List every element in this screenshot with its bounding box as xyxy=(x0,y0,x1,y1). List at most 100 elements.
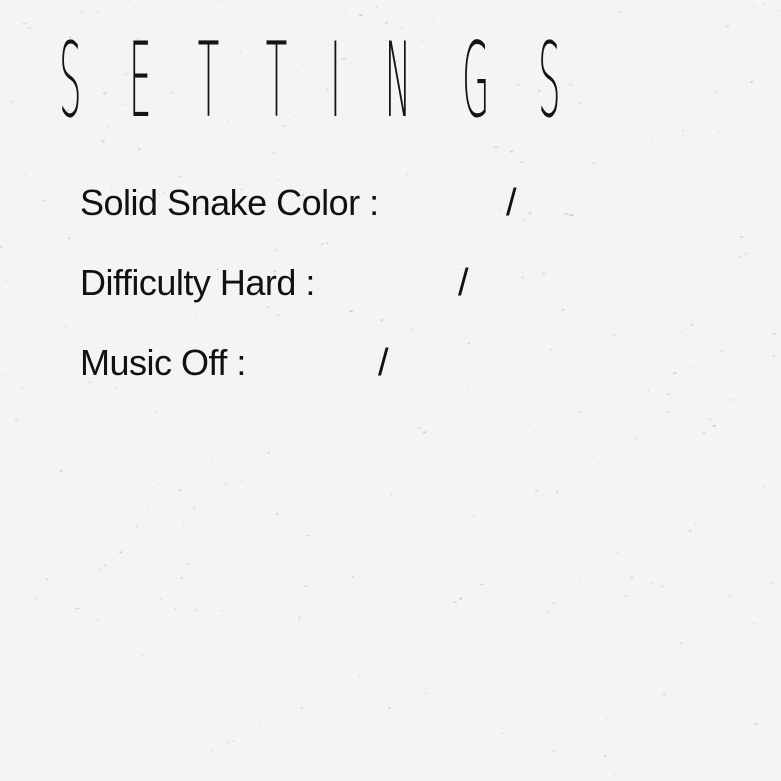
title-letter: N xyxy=(384,22,411,142)
speckle-dot xyxy=(579,101,582,105)
speckle-dot xyxy=(472,514,475,517)
speckle-dot xyxy=(320,243,325,245)
title-letter: T xyxy=(266,22,288,142)
speckle-dot xyxy=(275,513,279,515)
speckle-dot xyxy=(97,568,102,570)
speckle-dot xyxy=(113,758,115,761)
speckle-dot xyxy=(667,393,671,396)
speckle-dot xyxy=(210,461,213,463)
speckle-dot xyxy=(672,372,677,375)
speckle-dot xyxy=(220,0,224,1)
speckle-dot xyxy=(517,717,520,719)
speckle-dot xyxy=(265,542,267,546)
speckle-dot xyxy=(527,724,530,727)
speckle-dot xyxy=(702,431,706,434)
speckle-dot xyxy=(351,575,354,579)
speckle-dot xyxy=(498,208,501,210)
speckle-dot xyxy=(661,585,665,588)
speckle-dot xyxy=(199,483,202,485)
speckle-dot xyxy=(282,479,285,481)
speckle-dot xyxy=(670,629,673,631)
speckle-dot xyxy=(650,140,653,143)
speckle-dot xyxy=(103,564,107,567)
speckle-dot xyxy=(95,11,99,13)
speckle-dot xyxy=(155,411,158,413)
speckle-dot xyxy=(528,212,532,215)
speckle-dot xyxy=(375,637,378,639)
speckle-dot xyxy=(694,523,697,526)
speckle-dot xyxy=(298,616,301,619)
speckle-dot xyxy=(298,618,301,622)
speckle-dot xyxy=(551,10,554,11)
speckle-dot xyxy=(771,355,776,358)
speckle-dot xyxy=(107,586,111,588)
speckle-dot xyxy=(510,5,512,7)
speckle-dot xyxy=(697,443,700,445)
speckle-dot xyxy=(387,707,392,709)
speckle-dot xyxy=(177,489,182,492)
speckle-dot xyxy=(138,148,141,151)
speckle-dot xyxy=(729,398,733,401)
speckle-dot xyxy=(690,323,694,326)
music-setting[interactable]: Music Off : / xyxy=(80,338,389,388)
speckle-dot xyxy=(479,583,484,586)
speckle-dot xyxy=(118,551,123,554)
speckle-dot xyxy=(592,162,595,165)
speckle-dot xyxy=(80,315,83,317)
speckle-dot xyxy=(22,173,27,175)
speckle-dot xyxy=(680,642,683,645)
speckle-dot xyxy=(739,236,744,239)
title-letter: S xyxy=(59,22,82,142)
speckle-dot xyxy=(779,10,781,12)
speckle-dot xyxy=(650,582,654,585)
speckle-dot xyxy=(180,576,183,580)
speckle-dot xyxy=(189,628,192,630)
speckle-dot xyxy=(231,740,235,742)
speckle-dot xyxy=(725,25,730,28)
speckle-dot xyxy=(662,693,667,696)
speckle-dot xyxy=(325,242,330,244)
speckle-dot xyxy=(433,442,436,444)
speckle-dot xyxy=(496,580,499,583)
speckle-dot xyxy=(390,492,393,496)
speckle-dot xyxy=(718,130,720,132)
speckle-dot xyxy=(552,750,556,752)
speckle-dot xyxy=(182,523,185,526)
speckle-dot xyxy=(712,424,717,427)
difficulty-setting[interactable]: Difficulty Hard : / xyxy=(80,258,469,308)
speckle-dot xyxy=(274,249,277,252)
speckle-dot xyxy=(366,284,369,286)
speckle-dot xyxy=(425,692,428,694)
speckle-dot xyxy=(185,563,190,565)
speckle-dot xyxy=(493,146,499,148)
title-letter: E xyxy=(128,22,152,142)
speckle-dot xyxy=(752,5,756,7)
speckle-dot xyxy=(624,595,628,598)
speckle-dot xyxy=(733,117,737,119)
speckle-dot xyxy=(272,152,275,154)
speckle-dot xyxy=(551,601,556,604)
speckle-dot xyxy=(226,741,230,743)
snake-color-setting[interactable]: Solid Snake Color : / xyxy=(80,178,517,228)
speckle-dot xyxy=(22,23,27,25)
speckle-dot xyxy=(91,147,94,149)
speckle-dot xyxy=(328,485,331,487)
speckle-dot xyxy=(349,310,353,313)
speckle-dot xyxy=(422,431,427,434)
speckle-dot xyxy=(458,597,463,600)
speckle-dot xyxy=(407,758,410,760)
title-letter: S xyxy=(538,22,561,142)
speckle-dot xyxy=(629,576,634,579)
speckle-dot xyxy=(289,412,292,415)
speckle-dot xyxy=(509,150,514,153)
speckle-dot xyxy=(453,600,458,604)
speckle-dot xyxy=(772,513,775,516)
speckle-dot xyxy=(603,755,607,757)
speckle-dot xyxy=(158,598,163,601)
speckle-dot xyxy=(501,732,504,735)
speckle-dot xyxy=(737,626,741,628)
speckle-dot xyxy=(561,308,566,311)
speckle-dot xyxy=(763,3,766,5)
speckle-dot xyxy=(707,624,709,627)
speckle-dot xyxy=(241,479,243,482)
